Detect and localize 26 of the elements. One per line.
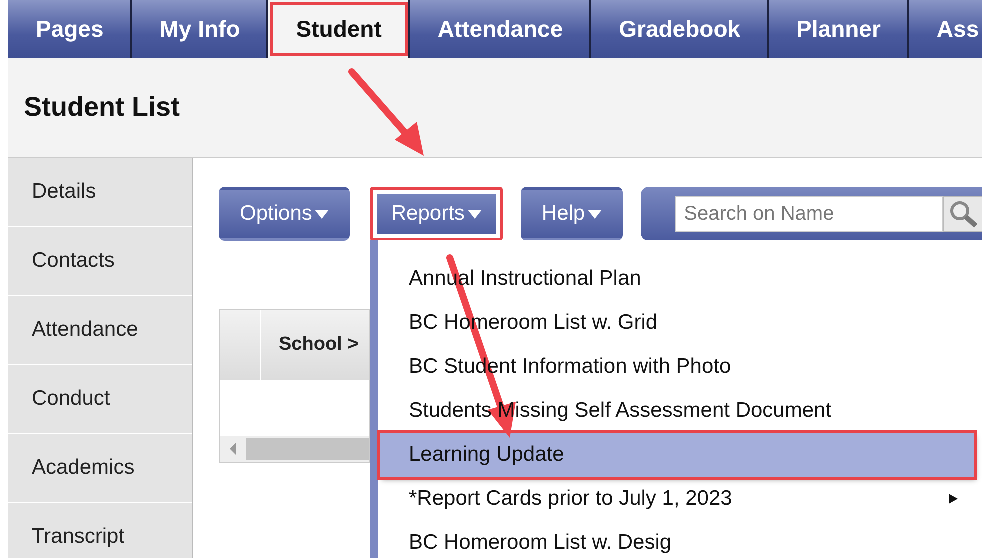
horizontal-scrollbar[interactable] (220, 436, 369, 462)
sidebar-item[interactable]: Attendance (8, 296, 192, 365)
sidebar-item[interactable]: Contacts (8, 227, 192, 296)
search-button[interactable] (943, 196, 982, 232)
nav-tab[interactable]: Student (268, 0, 410, 58)
menu-item-label: Learning Update (409, 443, 564, 467)
menu-item[interactable]: Learning Update (380, 433, 974, 477)
caret-icon (468, 210, 482, 218)
caret-icon (315, 210, 330, 218)
scroll-left-icon[interactable] (230, 443, 236, 455)
menu-item[interactable]: BC Homeroom List w. Desig (380, 521, 974, 558)
toolbar-button[interactable]: Help (520, 187, 624, 241)
page-title: Student List (24, 92, 180, 123)
sidebar-item[interactable]: Academics (8, 434, 192, 503)
sidebar-item[interactable]: Details (8, 158, 192, 227)
search-field[interactable]: Search on Name (675, 196, 944, 232)
sidebar-item[interactable]: Transcript (8, 503, 192, 558)
toolbar-button[interactable]: Options (219, 187, 350, 241)
caret-icon (588, 210, 602, 218)
menu-item-label: BC Homeroom List w. Desig (409, 531, 672, 555)
toolbar-button[interactable]: Reports (370, 187, 503, 241)
scrollbar-thumb[interactable] (246, 438, 369, 460)
search-icon (948, 199, 978, 229)
sidebar-item[interactable]: Conduct (8, 365, 192, 434)
menu-item[interactable]: *Report Cards prior to July 1, 2023 (380, 477, 974, 521)
menu-item-label: *Report Cards prior to July 1, 2023 (409, 487, 732, 511)
